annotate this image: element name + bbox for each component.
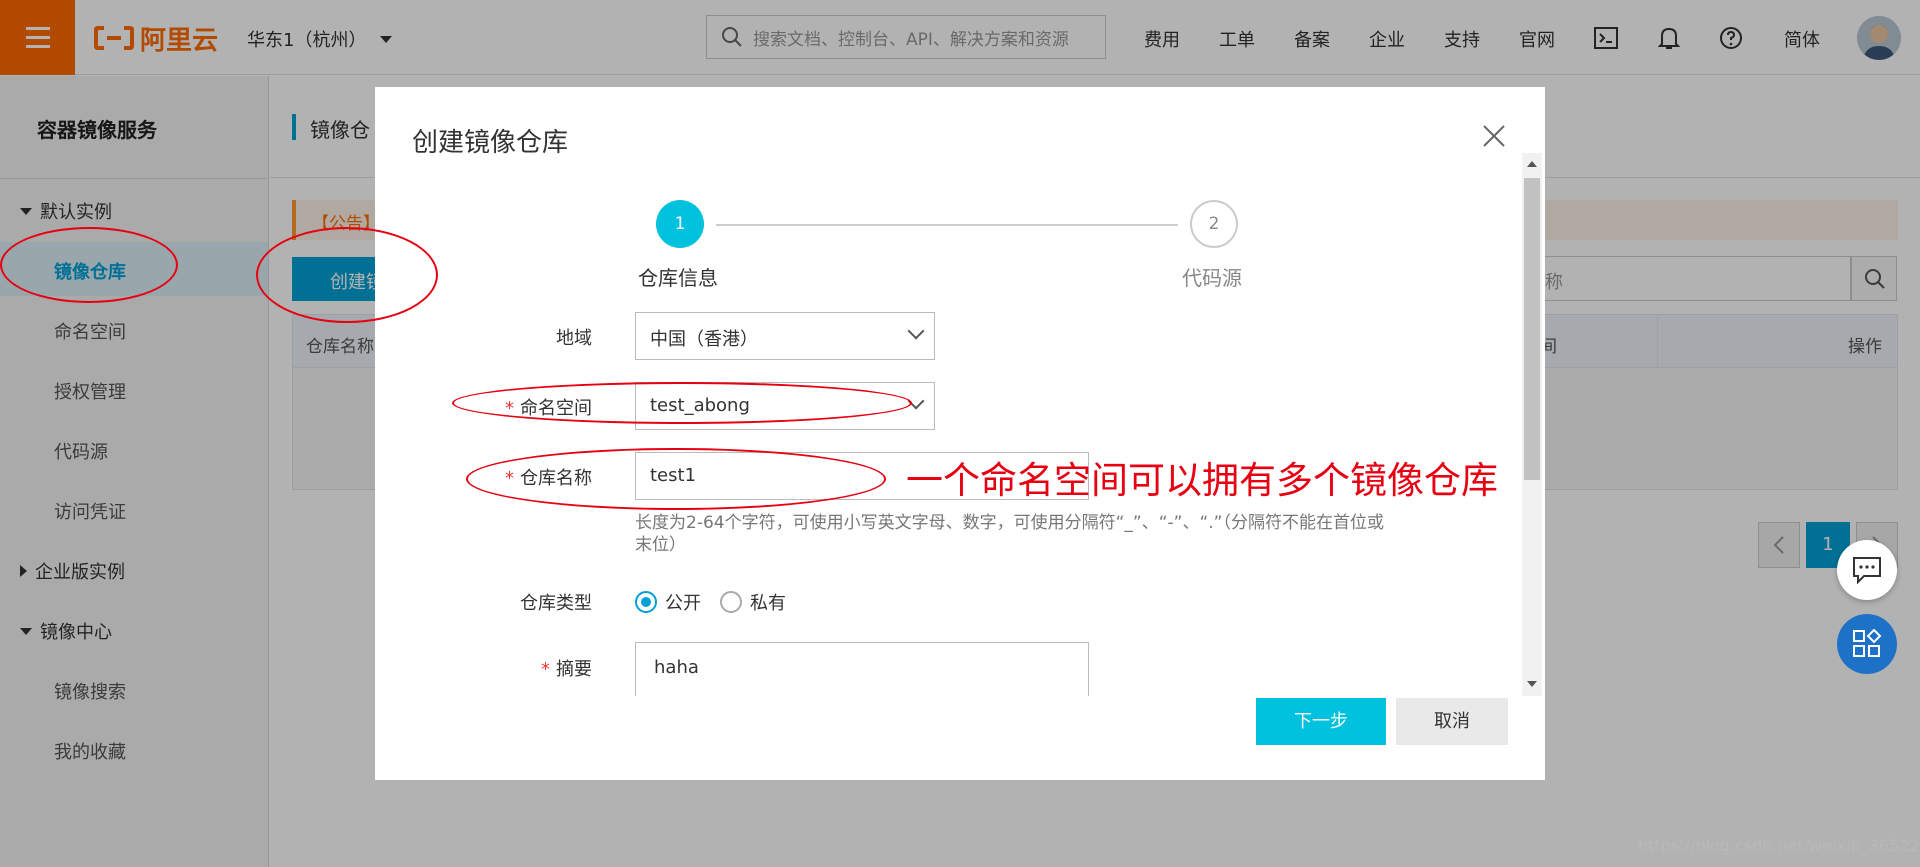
- annotation-note: 一个命名空间可以拥有多个镜像仓库: [906, 459, 1498, 502]
- step-connector: [716, 224, 1178, 226]
- repo-type-public-option[interactable]: 公开: [635, 589, 701, 615]
- repo-type-private-option[interactable]: 私有: [720, 589, 786, 615]
- cancel-button[interactable]: 取消: [1396, 698, 1508, 745]
- chat-icon: [1853, 557, 1881, 584]
- summary-field-label: * 摘要: [442, 655, 592, 681]
- summary-textarea[interactable]: haha: [635, 642, 1089, 696]
- radio-checked[interactable]: [635, 591, 657, 613]
- region-select[interactable]: 中国（香港）: [635, 312, 935, 360]
- step-1-indicator: 1: [656, 200, 704, 248]
- close-icon[interactable]: [1478, 120, 1510, 152]
- dialog-title: 创建镜像仓库: [412, 128, 569, 158]
- repo-type-public-label: 公开: [665, 593, 701, 614]
- chat-button[interactable]: [1837, 540, 1897, 600]
- apps-button[interactable]: [1837, 614, 1897, 674]
- region-field-label: 地域: [442, 324, 592, 350]
- next-step-button[interactable]: 下一步: [1256, 698, 1386, 745]
- annotation-circle-namespace: [452, 382, 912, 424]
- annotation-circle-repo-name: [466, 448, 886, 510]
- step-2-indicator: 2: [1190, 200, 1238, 248]
- watermark: https://blog.csdn.net/weixin_36522099: [1638, 836, 1920, 855]
- annotation-circle-create-button: [256, 227, 438, 323]
- repo-type-private-label: 私有: [750, 593, 786, 614]
- radio-unchecked[interactable]: [720, 591, 742, 613]
- dialog-scrollbar-thumb[interactable]: [1524, 178, 1540, 480]
- repo-type-label-text: 仓库类型: [520, 593, 592, 614]
- scroll-down-icon[interactable]: [1526, 680, 1538, 688]
- region-select-value: 中国（香港）: [650, 329, 758, 350]
- step-2-label: 代码源: [1182, 266, 1242, 290]
- repo-name-hint: 长度为2-64个字符，可使用小写英文字母、数字，可使用分隔符“_”、“-”、“.…: [635, 513, 1384, 555]
- region-label-text: 地域: [556, 328, 592, 349]
- step-1-label: 仓库信息: [638, 266, 718, 290]
- required-mark: *: [541, 659, 550, 680]
- chevron-down-icon: [907, 322, 925, 340]
- summary-label-text: 摘要: [556, 659, 592, 680]
- scroll-up-icon[interactable]: [1526, 160, 1538, 168]
- apps-icon: [1853, 629, 1882, 657]
- annotation-circle-sidebar: [0, 227, 178, 303]
- repo-type-field-label: 仓库类型: [442, 589, 592, 615]
